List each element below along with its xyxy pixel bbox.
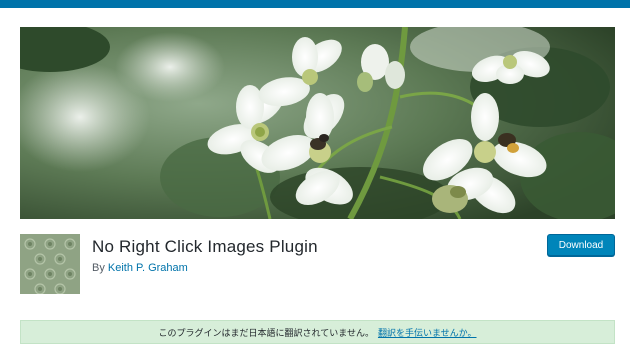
translation-notice: このプラグインはまだ日本語に翻訳されていません。 翻訳を手伝いませんか。: [20, 320, 615, 344]
download-button[interactable]: Download: [547, 234, 615, 256]
help-translate-link[interactable]: 翻訳を手伝いませんか。: [378, 326, 477, 339]
author-link[interactable]: Keith P. Graham: [108, 262, 188, 274]
plugin-author-line: By Keith P. Graham: [92, 262, 188, 274]
plugin-banner-image: [20, 27, 615, 219]
by-label: By: [92, 262, 105, 274]
pattern-tile-icon: [20, 234, 80, 294]
plugin-title: No Right Click Images Plugin: [92, 237, 318, 256]
notice-text: このプラグインはまだ日本語に翻訳されていません。: [158, 327, 374, 338]
top-admin-bar: [0, 0, 630, 8]
